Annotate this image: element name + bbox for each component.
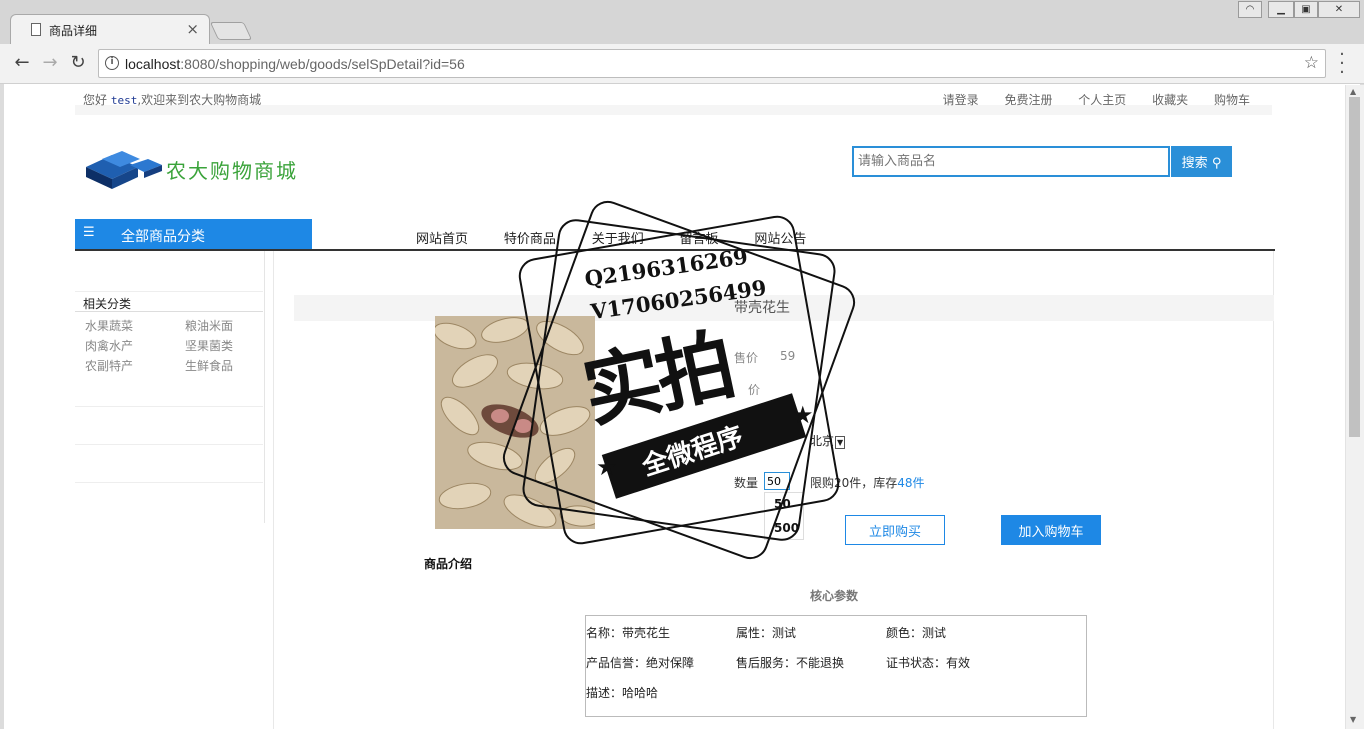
sidebar-item-grain-oil[interactable]: 粮油米面 (185, 317, 233, 334)
username: test (110, 94, 138, 107)
param-credit: 产品信誉：绝对保障 (586, 656, 695, 670)
main-nav: 网站首页 特价商品 关于我们 留言板 网站公告 (416, 228, 838, 247)
star-icon: ★ (792, 401, 814, 429)
browser-menu-icon[interactable]: · · · (1336, 46, 1348, 82)
logo-cubes-icon (86, 151, 162, 189)
site-logo[interactable]: 农大购物商城 (82, 145, 312, 191)
param-description: 描述：哈哈哈 (586, 686, 659, 700)
divider (75, 482, 263, 483)
url-text: localhost:8080/shopping/web/goods/selSpD… (125, 56, 465, 72)
close-window-button[interactable]: ✕ (1318, 1, 1360, 18)
quantity-label: 数量 (734, 476, 759, 490)
param-color: 颜色：测试 (886, 626, 947, 640)
page-icon (31, 23, 41, 36)
product-name: 带壳花生 (734, 300, 790, 316)
divider (75, 311, 263, 312)
region-select[interactable]: 北京 ▼ (810, 432, 846, 449)
param-after-sales: 售后服务：不能退换 (736, 656, 845, 670)
peanuts-image (435, 316, 595, 529)
divider (75, 444, 263, 445)
nav-announcements[interactable]: 网站公告 (754, 232, 806, 247)
search-input[interactable] (852, 146, 1170, 177)
forward-icon[interactable]: → (38, 52, 62, 76)
scroll-down-icon[interactable]: ▼ (1350, 715, 1356, 724)
search-button[interactable]: 搜索 ⚲ (1171, 146, 1232, 177)
tab-title: 商品详细 (49, 24, 98, 38)
nav-guestbook[interactable]: 留言板 (680, 232, 719, 247)
purchase-limit: 限购20件，库存48件 (810, 476, 925, 490)
stamp-ribbon-text: 全微程序 (638, 421, 747, 483)
top-links: 请登录 免费注册 个人主页 收藏夹 购物车 (921, 91, 1250, 108)
cart-link[interactable]: 购物车 (1214, 93, 1250, 107)
favorites-link[interactable]: 收藏夹 (1152, 93, 1188, 107)
stamp-big-text: 实拍 (575, 320, 740, 440)
divider (75, 291, 263, 292)
sidebar-item-fresh-food[interactable]: 生鲜食品 (185, 357, 233, 374)
browser-toolbar: ← → ↻ i localhost:8080/shopping/web/good… (0, 44, 1364, 84)
reload-icon[interactable]: ↻ (66, 52, 90, 76)
param-attribute: 属性：测试 (736, 626, 797, 640)
sidebar-item-farm-specialties[interactable]: 农副特产 (85, 357, 133, 374)
browser-tab[interactable]: 商品详细 × (10, 14, 210, 44)
stock-count: 48件 (897, 476, 925, 490)
add-to-cart-button[interactable]: 加入购物车 (1001, 515, 1101, 545)
bookmark-star-icon[interactable]: ☆ (1304, 53, 1319, 73)
welcome-text: 您好 test,欢迎来到农大购物商城 (83, 93, 262, 107)
scroll-thumb[interactable] (1349, 97, 1360, 437)
login-link[interactable]: 请登录 (943, 93, 979, 107)
star-icon: ★ (596, 453, 618, 481)
params-table: 名称：带壳花生 属性：测试 颜色：测试 产品信誉：绝对保障 售后服务：不能退换 … (585, 615, 1087, 717)
sidebar-item-meat-seafood[interactable]: 肉禽水产 (85, 337, 133, 354)
search-icon: ⚲ (1211, 156, 1222, 171)
browser-chrome: 商品详细 × ◠ ▁ ▣ ✕ ← → ↻ i localhost:8080/sh… (0, 0, 1364, 84)
divider (75, 406, 263, 407)
register-link[interactable]: 免费注册 (1004, 93, 1052, 107)
dropdown-arrow-icon: ▼ (835, 436, 846, 449)
profile-link[interactable]: 个人主页 (1078, 93, 1126, 107)
sidebar: 相关分类 水果蔬菜 粮油米面 肉禽水产 坚果菌类 农副特产 生鲜食品 (75, 251, 265, 523)
sidebar-item-nuts-mushrooms[interactable]: 坚果菌类 (185, 337, 233, 354)
quantity-suggestions: 50 500 (764, 492, 804, 540)
quantity-option[interactable]: 50 (774, 497, 791, 511)
price-value-1: 59 (780, 349, 796, 363)
category-menu[interactable]: ☰ 全部商品分类 (75, 219, 312, 249)
back-icon[interactable]: ← (10, 52, 34, 76)
product-intro-title: 商品介绍 (424, 557, 473, 571)
param-certificate: 证书状态：有效 (886, 656, 971, 670)
price-label-2: 价 (748, 383, 761, 397)
page-scrollbar[interactable]: ▲ ▼ (1345, 85, 1364, 729)
top-bar: 您好 test,欢迎来到农大购物商城 请登录 免费注册 个人主页 收藏夹 购物车 (75, 85, 1272, 115)
maximize-button[interactable]: ▣ (1294, 1, 1318, 18)
list-icon: ☰ (83, 225, 95, 240)
param-name: 名称：带壳花生 (586, 626, 671, 640)
nav-specials[interactable]: 特价商品 (504, 232, 556, 247)
logo-text: 农大购物商城 (166, 159, 298, 183)
close-tab-icon[interactable]: × (186, 20, 199, 38)
quantity-input[interactable] (764, 472, 790, 490)
address-bar[interactable]: i localhost:8080/shopping/web/goods/selS… (98, 49, 1326, 78)
info-icon[interactable]: i (105, 56, 119, 70)
content-divider (273, 251, 274, 729)
sidebar-item-fruit-veg[interactable]: 水果蔬菜 (85, 317, 133, 334)
page-viewport: 您好 test,欢迎来到农大购物商城 请登录 免费注册 个人主页 收藏夹 购物车… (4, 85, 1345, 729)
nav-home[interactable]: 网站首页 (416, 232, 468, 247)
user-icon[interactable]: ◠ (1238, 1, 1262, 18)
content-divider-right (1273, 251, 1274, 729)
price-label-1: 售价 (734, 351, 759, 365)
minimize-button[interactable]: ▁ (1268, 1, 1294, 18)
new-tab-button[interactable] (209, 22, 253, 40)
sidebar-title: 相关分类 (83, 297, 132, 311)
nav-about[interactable]: 关于我们 (592, 232, 644, 247)
quantity-option[interactable]: 500 (774, 521, 799, 535)
scroll-up-icon[interactable]: ▲ (1350, 87, 1356, 96)
core-params-title: 核心参数 (810, 589, 859, 603)
category-menu-label: 全部商品分类 (121, 229, 205, 245)
product-photo (435, 316, 595, 529)
tab-strip: 商品详细 × ◠ ▁ ▣ ✕ (0, 0, 1364, 44)
buy-now-button[interactable]: 立即购买 (845, 515, 945, 545)
